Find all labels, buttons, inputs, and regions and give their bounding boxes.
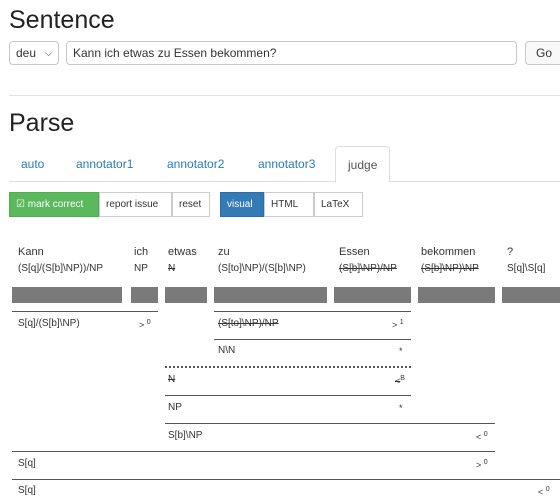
token-bar[interactable] <box>214 287 327 303</box>
report-issue-button[interactable]: report issue <box>99 192 172 217</box>
mark-correct-button[interactable]: ☑ mark correct <box>9 192 99 217</box>
combinator-rule: * <box>399 403 403 413</box>
combinator-index: 0 <box>483 431 488 438</box>
combination-line <box>165 395 411 396</box>
token-category: N <box>168 263 176 274</box>
derived-category: NP <box>168 402 182 413</box>
token-bar[interactable] <box>418 287 495 303</box>
token-category: S[q]\S[q] <box>507 263 546 274</box>
token-word: Kann <box>18 246 44 258</box>
dotted-combination-line <box>165 366 411 368</box>
combinator-index: 1 <box>399 319 404 326</box>
tab-annotator1[interactable]: annotator1 <box>64 146 145 182</box>
combinator-rule: < 0 <box>538 484 550 498</box>
tab-auto[interactable]: auto <box>9 146 56 182</box>
sentence-input[interactable]: Kann ich etwas zu Essen bekommen? <box>66 41 517 65</box>
token-category: (S[b]\NP)/NP <box>339 263 397 274</box>
combinator-rule: > 0 <box>139 317 151 331</box>
combinator-symbol: > <box>476 460 482 470</box>
token-word: ich <box>134 246 149 258</box>
combinator-rule: > 1 <box>392 317 404 331</box>
language-select-value: deu <box>16 46 37 60</box>
derived-category: S[q]/(S[b]\NP) <box>18 318 80 329</box>
html-button[interactable]: HTML <box>264 192 314 217</box>
chevron-down-icon: ⌵ <box>45 48 52 58</box>
visual-button[interactable]: visual <box>220 192 264 217</box>
tab-annotator2[interactable]: annotator2 <box>155 146 236 182</box>
annotator-tabs: auto annotator1 annotator2 annotator3 ju… <box>9 146 560 183</box>
latex-button[interactable]: LaTeX <box>314 192 363 217</box>
token-bar[interactable] <box>165 287 207 303</box>
tab-judge[interactable]: judge <box>335 146 391 183</box>
derived-category: S[q] <box>18 485 36 496</box>
derived-category: S[q] <box>18 458 36 469</box>
combination-line <box>12 311 158 312</box>
combinator-index: 0 <box>483 459 488 466</box>
combinator-rule: < 0 <box>476 429 488 443</box>
token-category: (S[b]\NP)\NP <box>421 263 479 274</box>
derived-category: N\N <box>218 345 236 356</box>
combination-line <box>214 339 411 340</box>
combinator-rule: > 0 <box>476 457 488 471</box>
section-divider <box>9 95 560 96</box>
token-category: (S[q]/(S[b]\NP))/NP <box>18 263 104 274</box>
token-bar[interactable] <box>334 287 411 303</box>
combination-line <box>165 423 495 424</box>
combinator-index: 0 <box>545 486 550 493</box>
combinator-rule: <B <box>395 373 405 387</box>
combinator-index: B <box>400 375 405 382</box>
go-button[interactable]: Go <box>525 41 560 65</box>
combination-line <box>12 451 495 452</box>
sentence-input-value: Kann ich etwas zu Essen bekommen? <box>73 46 277 60</box>
combinator-symbol: > <box>392 320 398 330</box>
tab-annotator3[interactable]: annotator3 <box>246 146 327 182</box>
derived-category: N <box>168 374 176 385</box>
derived-category: S[b]\NP <box>168 430 203 441</box>
token-word: bekommen <box>421 246 476 258</box>
token-word: ? <box>507 246 514 258</box>
combinator-index: 0 <box>146 319 151 326</box>
parse-toolbar: ☑ mark correct report issue reset visual… <box>9 192 409 217</box>
token-word: Essen <box>339 246 370 258</box>
combinator-symbol: < <box>538 487 544 497</box>
combinator-rule: * <box>399 346 403 356</box>
token-bar[interactable] <box>12 287 122 303</box>
combinator-symbol: < <box>476 432 482 442</box>
parse-heading: Parse <box>9 109 75 137</box>
go-button-label: Go <box>536 46 553 60</box>
combination-line <box>214 311 411 312</box>
token-word: zu <box>218 246 230 258</box>
reset-button[interactable]: reset <box>172 192 210 217</box>
combination-line <box>12 479 560 480</box>
token-bar[interactable] <box>502 287 560 303</box>
token-word: etwas <box>168 246 197 258</box>
token-bar[interactable] <box>131 287 158 303</box>
sentence-heading: Sentence <box>9 6 115 34</box>
combinator-symbol: > <box>139 320 145 330</box>
language-select[interactable]: deu ⌵ <box>9 41 59 65</box>
token-category: (S[to]\NP)/(S[b]\NP) <box>218 263 306 274</box>
derived-category: (S[to]\NP)/NP <box>218 318 279 329</box>
token-category: NP <box>134 263 148 274</box>
